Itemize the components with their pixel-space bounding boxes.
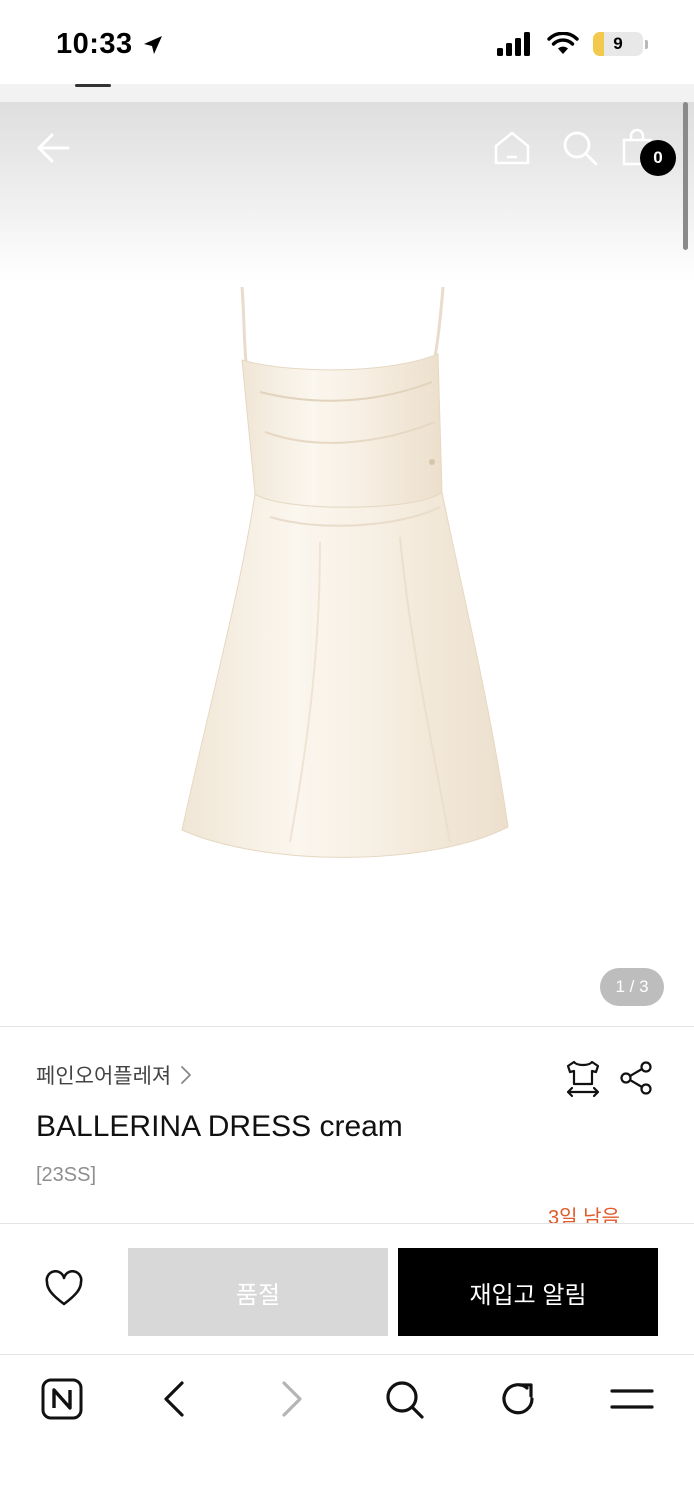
- sold-out-button[interactable]: 품절: [128, 1248, 388, 1336]
- browser-toolbar: [0, 1354, 694, 1500]
- browser-forward-icon: [282, 1381, 302, 1417]
- share-icon[interactable]: [618, 1060, 654, 1096]
- product-season: [23SS]: [36, 1164, 97, 1186]
- location-arrow-icon: [143, 35, 162, 54]
- menu-icon[interactable]: [610, 1377, 654, 1421]
- status-time-group: 10:33: [56, 28, 165, 61]
- divider: [0, 1026, 694, 1027]
- size-guide-icon[interactable]: [562, 1058, 604, 1098]
- brand-link[interactable]: 페인오어플레져: [36, 1060, 193, 1090]
- product-image[interactable]: [170, 282, 520, 862]
- refresh-icon[interactable]: [496, 1377, 540, 1421]
- scrollbar[interactable]: [683, 102, 688, 250]
- battery-cap: [645, 39, 648, 49]
- purchase-action-bar: 품절 재입고 알림: [0, 1224, 694, 1354]
- battery-body: 9: [593, 32, 643, 56]
- gallery-page-indicator: 1 / 3: [600, 968, 664, 1006]
- battery-level: [593, 32, 604, 56]
- brand-name: 페인오어플레져: [36, 1065, 172, 1088]
- product-gallery[interactable]: 0 1 / 3: [0, 102, 694, 1026]
- wifi-icon: [547, 32, 579, 54]
- status-time: 10:33: [56, 28, 133, 60]
- status-indicators: 9: [497, 32, 648, 56]
- browser-back-icon[interactable]: [154, 1377, 198, 1421]
- heart-icon[interactable]: [44, 1270, 84, 1308]
- browser-search-icon[interactable]: [382, 1377, 426, 1421]
- product-title: BALLERINA DRESS cream: [36, 1110, 403, 1143]
- search-icon[interactable]: [560, 128, 600, 168]
- status-bar: 10:33 9: [0, 0, 694, 88]
- signal-icon: [497, 32, 530, 56]
- sheet-handle: [75, 84, 111, 87]
- chevron-right-icon: [181, 1066, 192, 1084]
- restock-alert-button[interactable]: 재입고 알림: [398, 1248, 658, 1336]
- sheet-handle-strip: [0, 84, 694, 102]
- cart-count-badge[interactable]: 0: [640, 140, 676, 176]
- naver-home-icon[interactable]: [40, 1377, 84, 1421]
- remaining-days-badge: 3일 남음: [548, 1207, 620, 1223]
- back-arrow-icon[interactable]: [34, 128, 74, 168]
- battery-percent: 9: [613, 34, 623, 53]
- battery-icon: 9: [593, 32, 648, 56]
- home-icon[interactable]: [492, 128, 532, 168]
